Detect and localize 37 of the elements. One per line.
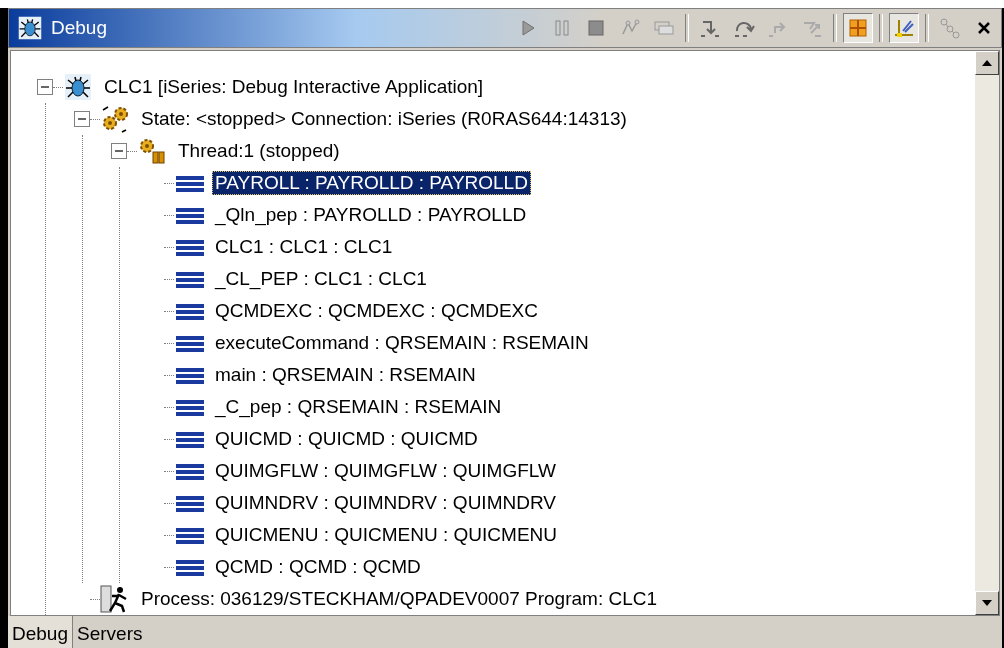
tree-item[interactable]: CLC1 [iSeries: Debug Interactive Application] (101, 75, 487, 99)
tree-item[interactable]: State: <stopped> Connection: iSeries (R0RAS644:14313) (138, 107, 630, 131)
tree-item[interactable]: _Qln_pep : PAYROLLD : PAYROLLD (212, 203, 530, 227)
down-arrow-icon (981, 599, 993, 607)
scroll-down-button[interactable] (975, 591, 999, 615)
collapse-toggle[interactable] (111, 143, 127, 159)
tree-item[interactable]: CLC1 : CLC1 : CLC1 (212, 235, 396, 259)
stop-icon (585, 17, 607, 39)
up-arrow-icon (981, 59, 993, 67)
view-title: Debug (51, 17, 108, 39)
bug-icon (63, 72, 93, 102)
tree-item[interactable]: _C_pep : QRSEMAIN : RSEMAIN (212, 395, 505, 419)
tree-item[interactable]: QUICMD : QUICMD : QUICMD (212, 427, 481, 451)
tree-item[interactable]: Thread:1 (stopped) (175, 139, 343, 163)
brush-icon (893, 17, 915, 39)
tree-item[interactable]: _CL_PEP : CLC1 : CLC1 (212, 267, 430, 291)
tree-item[interactable]: QUIMNDRV : QUIMNDRV : QUIMNDRV (212, 491, 559, 515)
gears-icon (100, 104, 130, 134)
tab[interactable]: Debug (8, 616, 73, 648)
bug-icon (17, 15, 43, 41)
collapse-toggle[interactable] (74, 111, 90, 127)
tree-item[interactable]: QUIMGFLW : QUIMGFLW : QUIMGFLW (212, 459, 559, 483)
tree-item[interactable]: main : QRSEMAIN : RSEMAIN (212, 363, 479, 387)
tree-item[interactable]: QCMDEXC : QCMDEXC : QCMDEXC (212, 299, 542, 323)
grid-button[interactable] (843, 13, 873, 43)
tree-item[interactable]: QUICMENU : QUICMENU : QUICMENU (212, 523, 560, 547)
gear-pause-icon (137, 136, 167, 166)
brush-button[interactable] (889, 13, 919, 43)
scroll-up-button[interactable] (975, 51, 999, 75)
tree-item[interactable]: QCMD : QCMD : QCMD (212, 555, 424, 579)
tree-item[interactable]: PAYROLL : PAYROLLD : PAYROLLD (212, 171, 531, 195)
grid-icon (847, 17, 869, 39)
collapse-toggle[interactable] (37, 79, 53, 95)
scrollbar[interactable] (975, 51, 999, 615)
tree-item[interactable]: Process: 036129/STECKHAM/QPADEV0007 Program: CLC1 (138, 587, 661, 611)
nodes-icon (939, 17, 961, 39)
tree-item[interactable]: executeCommand : QRSEMAIN : RSEMAIN (212, 331, 592, 355)
